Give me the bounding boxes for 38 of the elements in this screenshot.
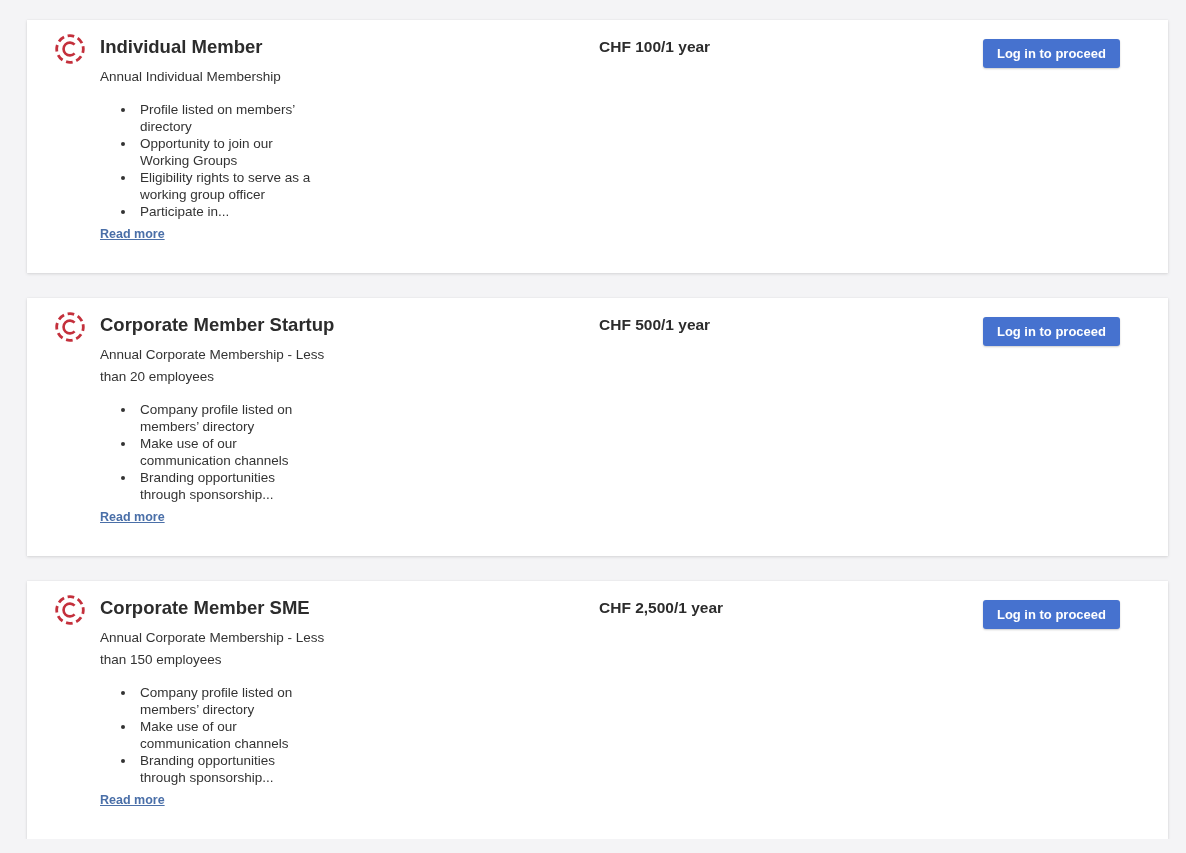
benefit-text: Participate in... (140, 202, 231, 220)
plan-title: Corporate Member SME (100, 596, 310, 620)
plan-price: CHF 100/1 year (599, 37, 712, 57)
ring-logo-icon (55, 34, 85, 64)
bullet-icon (121, 407, 125, 412)
login-button[interactable]: Log in to proceed (982, 317, 1120, 346)
login-button[interactable]: Log in to proceed (982, 39, 1120, 68)
benefit-text: Make use of our communication channels (140, 717, 290, 752)
benefit-text: Profile listed on members’ directory (140, 100, 296, 135)
bullet-icon (121, 690, 125, 695)
read-more-link[interactable]: Read more (100, 509, 165, 525)
benefit-text: Company profile listed on members’ directory (140, 683, 294, 718)
plan-title: Individual Member (100, 35, 263, 59)
plan-description: Annual Individual Membership (100, 68, 281, 86)
benefit-text: Branding opportunities through sponsorship... (140, 468, 277, 503)
benefit-text: Opportunity to join our Working Groups (140, 134, 274, 169)
bullet-icon (121, 175, 125, 180)
plan-price: CHF 2,500/1 year (599, 598, 725, 618)
read-more-link[interactable]: Read more (100, 792, 165, 808)
bullet-icon (121, 107, 125, 112)
benefit-text: Branding opportunities through sponsorship... (140, 751, 277, 786)
plan-price: CHF 500/1 year (599, 315, 712, 335)
bullet-icon (121, 724, 125, 729)
ring-logo-icon (55, 312, 85, 342)
ring-logo-icon (55, 595, 85, 625)
bullet-icon (121, 141, 125, 146)
read-more-link[interactable]: Read more (100, 226, 165, 242)
benefit-text: Company profile listed on members’ directory (140, 400, 294, 435)
plan-description: Annual Corporate Membership - Less than 150 employees (100, 629, 326, 669)
benefit-text: Make use of our communication channels (140, 434, 290, 469)
plan-description: Annual Corporate Membership - Less than 20 employees (100, 346, 326, 386)
benefit-text: Eligibility rights to serve as a working group officer (140, 168, 312, 203)
bullet-icon (121, 475, 125, 480)
plan-title: Corporate Member Startup (100, 313, 335, 337)
bullet-icon (121, 209, 125, 214)
bullet-icon (121, 441, 125, 446)
login-button[interactable]: Log in to proceed (982, 600, 1120, 629)
bullet-icon (121, 758, 125, 763)
